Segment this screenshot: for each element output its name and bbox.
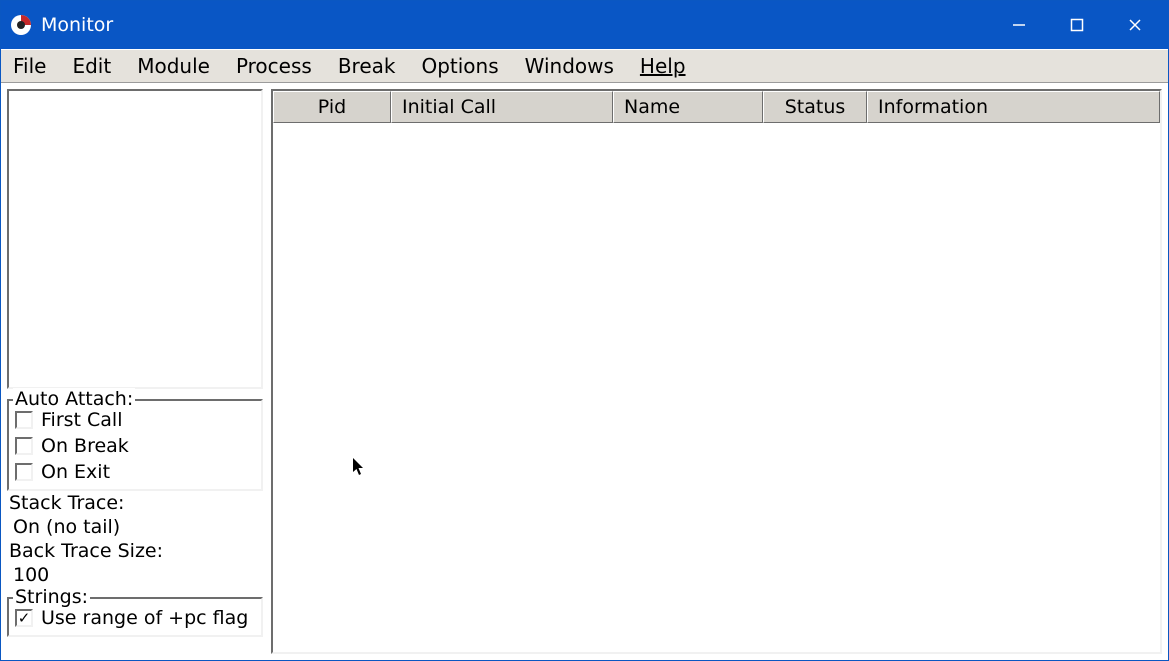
stack-trace-label: Stack Trace: — [7, 491, 263, 515]
window: Monitor File Edit Module Process Break O… — [0, 0, 1169, 661]
on-exit-checkbox[interactable]: On Exit — [15, 459, 255, 485]
auto-attach-legend: Auto Attach: — [13, 388, 135, 410]
back-trace-size-label: Back Trace Size: — [7, 539, 263, 563]
process-table[interactable]: Pid Initial Call Name Status Information — [271, 89, 1162, 654]
use-range-label: Use range of +pc flag — [41, 607, 248, 629]
close-button[interactable] — [1106, 1, 1164, 49]
col-status[interactable]: Status — [763, 91, 867, 123]
menubar: File Edit Module Process Break Options W… — [1, 49, 1168, 83]
titlebar: Monitor — [1, 1, 1168, 49]
menu-module[interactable]: Module — [133, 52, 214, 80]
menu-windows[interactable]: Windows — [521, 52, 618, 80]
col-pid[interactable]: Pid — [273, 91, 391, 123]
first-call-label: First Call — [41, 409, 123, 431]
table-body[interactable] — [273, 123, 1160, 652]
stack-trace-value: On (no tail) — [7, 515, 263, 539]
col-information[interactable]: Information — [867, 91, 1160, 123]
menu-options[interactable]: Options — [417, 52, 502, 80]
menu-file[interactable]: File — [9, 52, 50, 80]
menu-break[interactable]: Break — [334, 52, 400, 80]
on-exit-label: On Exit — [41, 461, 110, 483]
first-call-checkbox[interactable]: First Call — [15, 407, 255, 433]
right-panel: Pid Initial Call Name Status Information — [271, 89, 1162, 654]
menu-help[interactable]: Help — [636, 52, 690, 80]
menu-process[interactable]: Process — [232, 52, 316, 80]
auto-attach-group: Auto Attach: First Call On Break On Exit — [7, 399, 263, 491]
window-title: Monitor — [41, 14, 113, 36]
on-break-checkbox[interactable]: On Break — [15, 433, 255, 459]
on-break-label: On Break — [41, 435, 129, 457]
back-trace-size-value: 100 — [7, 563, 263, 587]
checkbox-icon — [15, 463, 33, 481]
menu-edit[interactable]: Edit — [68, 52, 115, 80]
col-name[interactable]: Name — [613, 91, 763, 123]
checkbox-icon — [15, 609, 33, 627]
module-list[interactable] — [7, 89, 263, 389]
use-range-checkbox[interactable]: Use range of +pc flag — [15, 605, 255, 631]
checkbox-icon — [15, 411, 33, 429]
table-header: Pid Initial Call Name Status Information — [273, 91, 1160, 123]
app-icon — [9, 13, 33, 37]
left-panel: Auto Attach: First Call On Break On Exit… — [7, 89, 263, 654]
minimize-button[interactable] — [990, 1, 1048, 49]
client-area: Auto Attach: First Call On Break On Exit… — [1, 83, 1168, 660]
maximize-button[interactable] — [1048, 1, 1106, 49]
strings-group: Strings: Use range of +pc flag — [7, 597, 263, 637]
checkbox-icon — [15, 437, 33, 455]
strings-legend: Strings: — [13, 586, 90, 608]
col-initial-call[interactable]: Initial Call — [391, 91, 613, 123]
